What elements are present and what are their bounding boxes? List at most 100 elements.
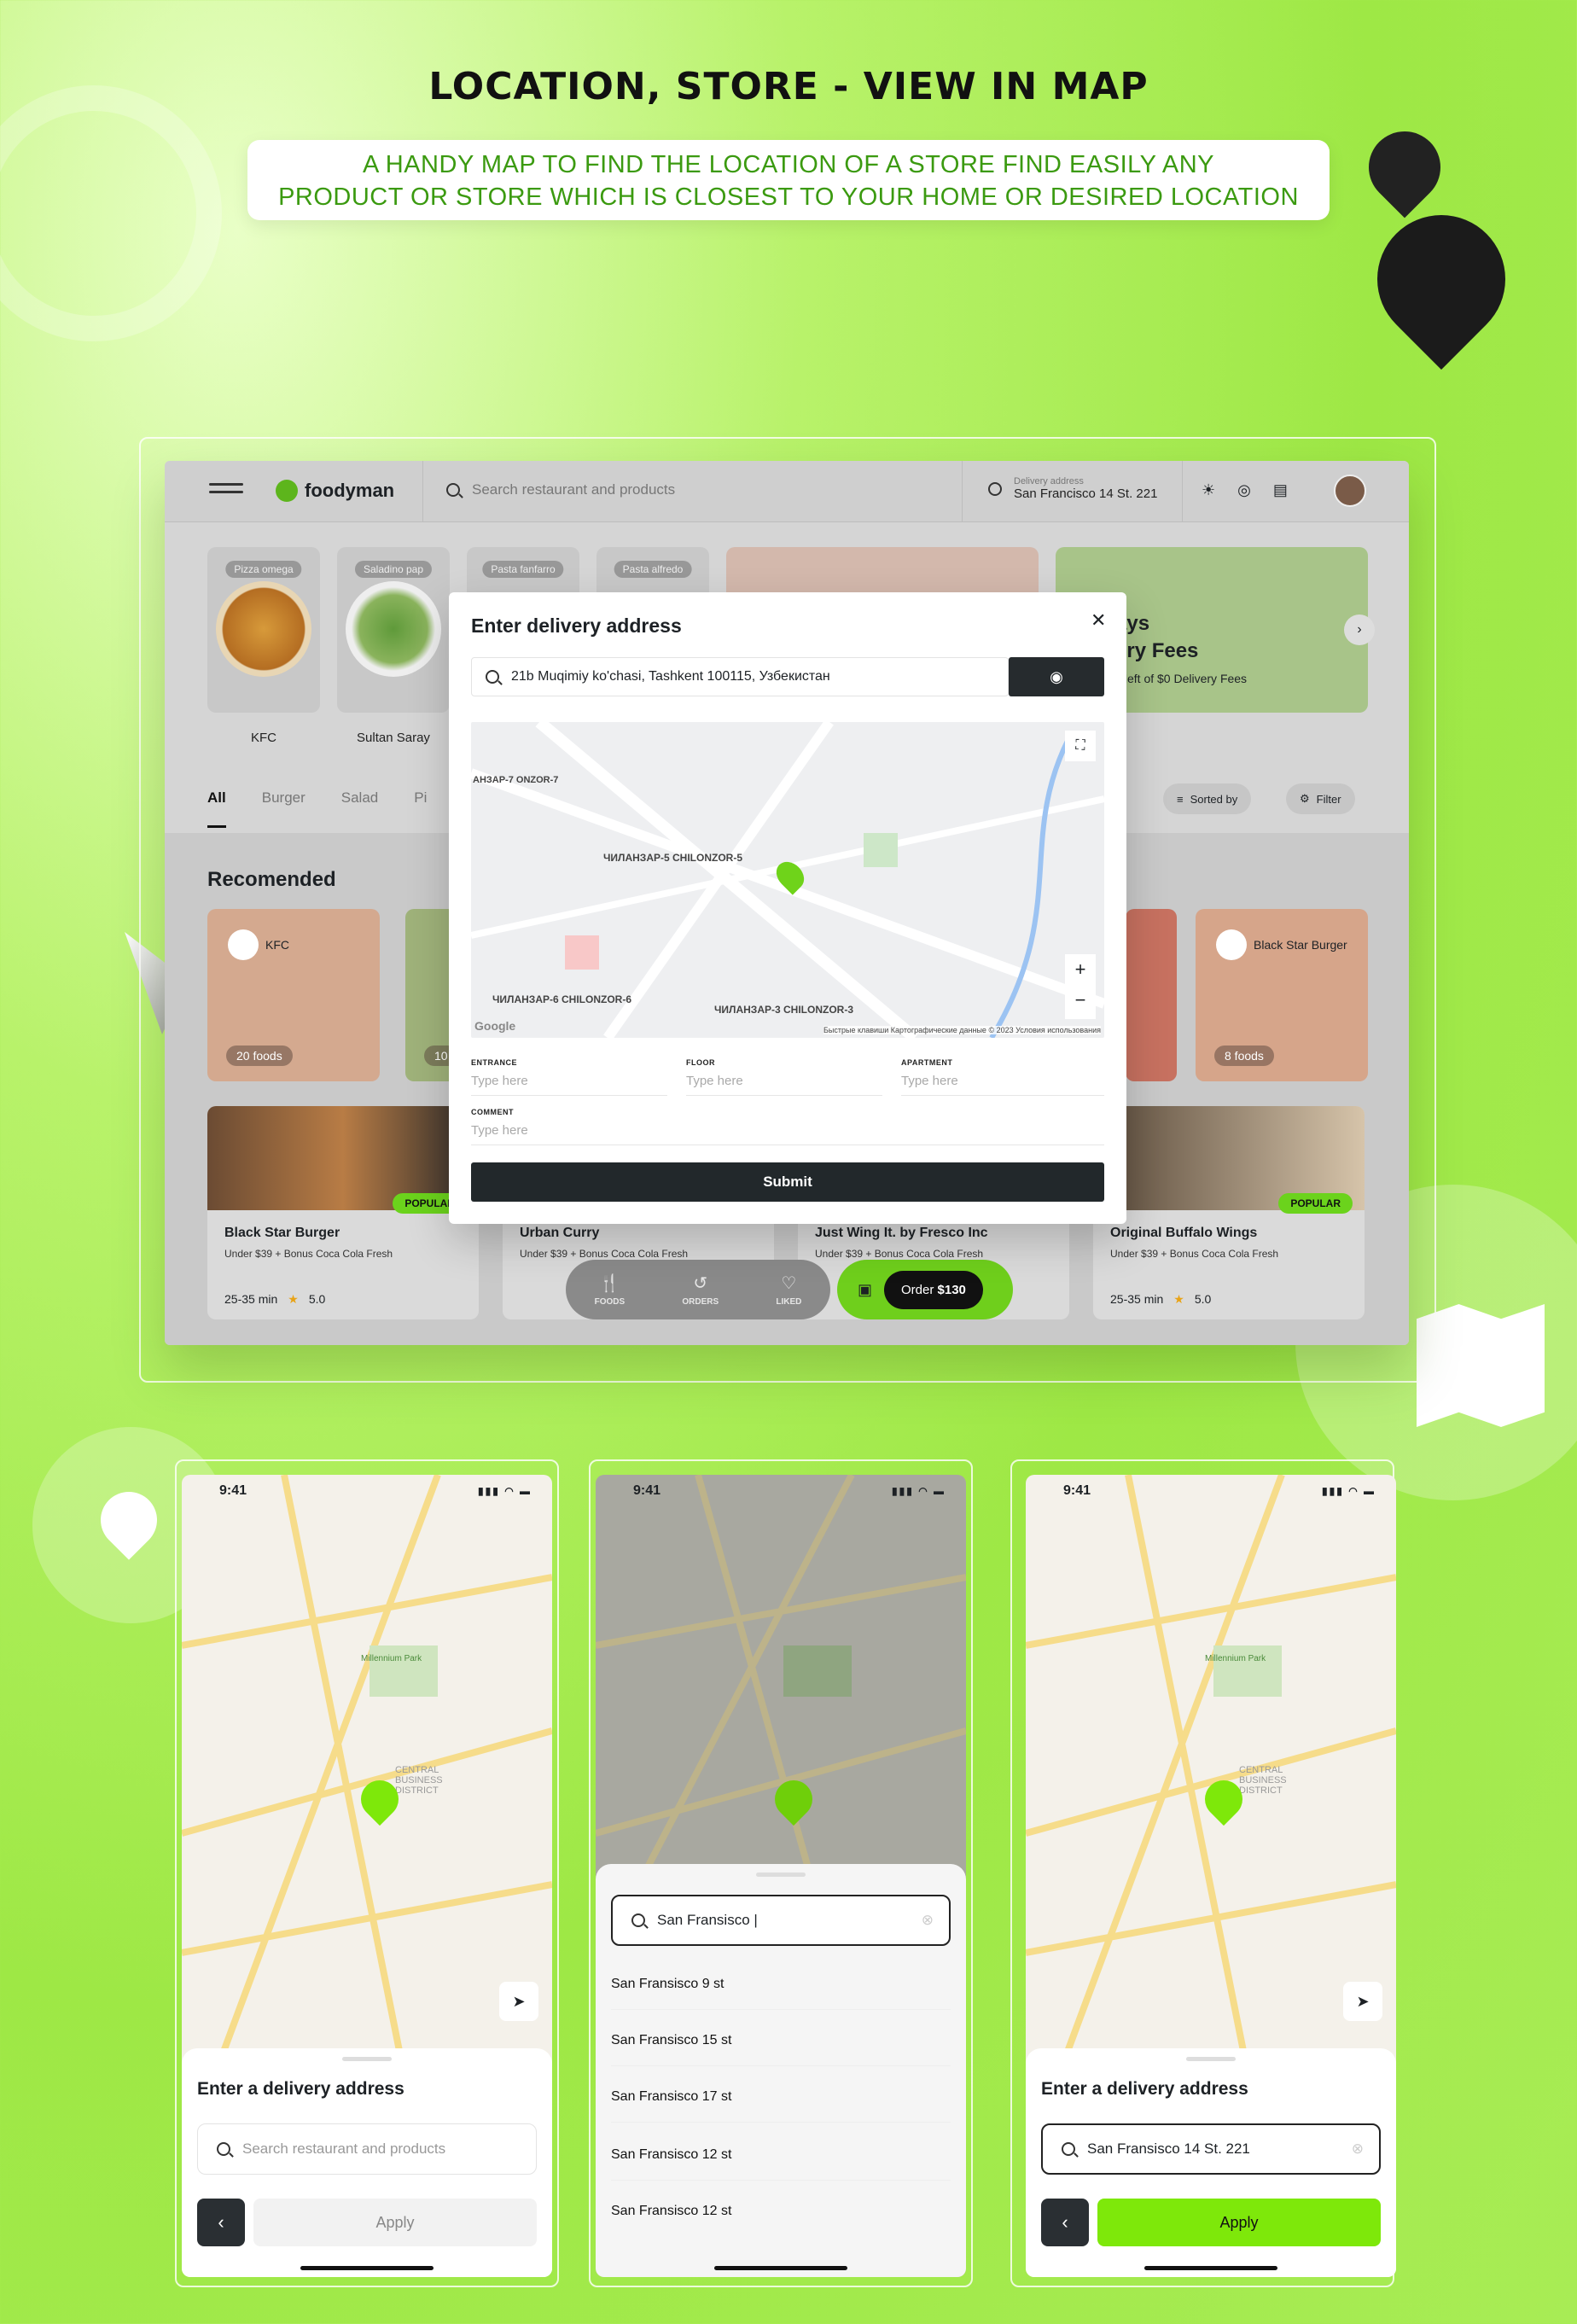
food-image: [346, 581, 441, 677]
cart-icon[interactable]: ▣: [858, 1281, 872, 1299]
category-card[interactable]: Pizza omega: [207, 547, 320, 713]
apartment-field[interactable]: APARTMENT Type here: [901, 1058, 1104, 1096]
nav-foods[interactable]: 🍴 FOODS: [595, 1273, 626, 1307]
suggestion-item[interactable]: San Fransisco 9 st: [611, 1958, 951, 2010]
theme-icon[interactable]: ☀: [1202, 481, 1215, 499]
nav-label: ORDERS: [682, 1297, 719, 1307]
map-label: CENTRAL BUSINESS DISTRICT: [395, 1765, 443, 1796]
map-label: Millennium Park: [361, 1654, 422, 1663]
home-indicator: [1144, 2266, 1277, 2270]
nav-liked[interactable]: ♡ LIKED: [776, 1273, 801, 1307]
category-card[interactable]: Saladino pap: [337, 547, 450, 713]
nav-orders[interactable]: ↺ ORDERS: [682, 1273, 719, 1307]
star-icon: ★: [1173, 1292, 1184, 1306]
floor-field[interactable]: FLOOR Type here: [686, 1058, 882, 1096]
product-card[interactable]: POPULAR Black Star Burger Under $39 + Bonu…: [207, 1106, 479, 1319]
zoom-in-icon[interactable]: +: [1065, 954, 1096, 985]
food-image: [216, 581, 311, 677]
bottom-sheet: San Fransisco | ⊗ San Fransisco 9 st San …: [596, 1864, 966, 2277]
chevron-right-icon[interactable]: ›: [1344, 614, 1375, 645]
product-title: Original Buffalo Wings: [1110, 1226, 1258, 1240]
field-input[interactable]: Type here: [471, 1067, 667, 1096]
delivery-address[interactable]: Delivery address San Francisco 14 St. 221: [988, 476, 1157, 501]
zoom-out-icon[interactable]: −: [1065, 985, 1096, 1016]
field-label: FLOOR: [686, 1058, 715, 1067]
drag-handle[interactable]: [1186, 2057, 1236, 2061]
submit-button[interactable]: Submit: [471, 1162, 1104, 1202]
status-time: 9:41: [1063, 1483, 1091, 1498]
language-icon[interactable]: ◎: [1237, 481, 1251, 499]
delivery-address-modal: Enter delivery address ✕ 21b Muqimiy ko'…: [449, 592, 1126, 1224]
shop-logo: [228, 929, 259, 960]
wallet-icon[interactable]: ▤: [1273, 481, 1288, 499]
recommended-card[interactable]: KFC 20 foods: [207, 909, 380, 1081]
filter-button[interactable]: ⚙ Filter: [1286, 783, 1355, 814]
brand-logo[interactable]: foodyman: [276, 480, 394, 502]
logo-icon: [276, 480, 298, 502]
sort-icon: ≡: [1177, 792, 1184, 806]
map-attribution[interactable]: Быстрые клавиши Картографические данные …: [823, 1026, 1101, 1034]
back-button[interactable]: ‹: [1041, 2199, 1089, 2246]
clear-icon[interactable]: ⊗: [922, 1912, 934, 1929]
comment-field[interactable]: COMMENT Type here: [471, 1108, 1104, 1145]
suggestion-item[interactable]: San Fransisco 17 st: [611, 2071, 951, 2123]
apply-button[interactable]: Apply: [1097, 2199, 1381, 2246]
menu-icon[interactable]: [209, 483, 243, 500]
address-value: 21b Muqimiy ko'chasi, Tashkent 100115, У…: [511, 669, 830, 684]
drag-handle[interactable]: [342, 2057, 392, 2061]
recommended-card[interactable]: [1126, 909, 1177, 1081]
fullscreen-icon[interactable]: ⛶: [1065, 731, 1096, 761]
phone-screen-search: 9:41 ▮▮▮ ◠ ▬ San Fransisco | ⊗ San Fransis…: [596, 1475, 966, 2277]
sort-button[interactable]: ≡ Sorted by: [1163, 783, 1252, 814]
divider: [1182, 461, 1183, 522]
tab-burger[interactable]: Burger: [262, 789, 306, 828]
tab-pizza[interactable]: Pi: [414, 789, 427, 828]
delivery-label: Delivery address: [1014, 476, 1084, 486]
address-input[interactable]: San Fransisco | ⊗: [611, 1895, 951, 1946]
phone-screen-empty: 9:41 ▮▮▮ ◠ ▬ Millennium Park CENTRAL BUSI…: [182, 1475, 552, 2277]
zoom-controls[interactable]: + −: [1065, 954, 1096, 1019]
suggestion-item[interactable]: San Fransisco 12 st: [611, 2129, 951, 2181]
field-input[interactable]: Type here: [471, 1116, 1104, 1145]
navigate-icon[interactable]: ➤: [1343, 1982, 1382, 2021]
search-placeholder: Search restaurant and products: [472, 481, 676, 498]
delivery-time: 25-35 min: [224, 1292, 278, 1306]
map-brand: Google: [474, 1019, 516, 1033]
category-label: KFC: [251, 731, 276, 745]
address-input[interactable]: 21b Muqimiy ko'chasi, Tashkent 100115, У…: [471, 657, 1009, 696]
shop-logo: [1216, 929, 1247, 960]
map[interactable]: ЧИЛАНЗАР-5 CHILONZOR-5 ЧИЛАНЗАР-6 CHILON…: [471, 722, 1104, 1038]
avatar[interactable]: [1334, 475, 1366, 507]
map-roads: [596, 1475, 966, 1902]
field-label: COMMENT: [471, 1108, 514, 1116]
tab-salad[interactable]: Salad: [341, 789, 378, 828]
order-button[interactable]: Order $130: [884, 1270, 983, 1309]
search-input[interactable]: Search restaurant and products: [446, 481, 675, 498]
brand-name: foodyman: [305, 480, 395, 501]
map-label: CENTRAL BUSINESS DISTRICT: [1239, 1765, 1287, 1796]
drag-handle[interactable]: [756, 1873, 806, 1877]
entrance-field[interactable]: ENTRANCE Type here: [471, 1058, 667, 1096]
back-button[interactable]: ‹: [197, 2199, 245, 2246]
food-count: 8 foods: [1214, 1046, 1274, 1066]
navigate-icon[interactable]: ➤: [499, 1982, 538, 2021]
divider: [422, 461, 423, 522]
product-title: Just Wing It. by Fresco Inc: [815, 1226, 988, 1240]
product-subtitle: Under $39 + Bonus Coca Cola Fresh: [224, 1248, 393, 1260]
close-icon[interactable]: ✕: [1091, 609, 1106, 632]
product-card[interactable]: POPULAR Original Buffalo Wings Under $39 +…: [1093, 1106, 1365, 1319]
status-icons: ▮▮▮ ◠ ▬: [1322, 1485, 1376, 1497]
clear-icon[interactable]: ⊗: [1352, 2141, 1364, 2158]
tab-all[interactable]: All: [207, 789, 226, 828]
address-input[interactable]: San Fransisco 14 St. 221 ⊗: [1041, 2123, 1381, 2175]
food-tabs: All Burger Salad Pi: [207, 789, 427, 828]
locate-button[interactable]: ◉: [1009, 657, 1104, 696]
apply-button[interactable]: Apply: [253, 2199, 537, 2246]
status-icons: ▮▮▮ ◠ ▬: [892, 1485, 946, 1497]
suggestion-item[interactable]: San Fransisco 15 st: [611, 2014, 951, 2066]
field-input[interactable]: Type here: [686, 1067, 882, 1096]
suggestion-item[interactable]: San Fransisco 12 st: [611, 2185, 951, 2236]
field-input[interactable]: Type here: [901, 1067, 1104, 1096]
address-input[interactable]: Search restaurant and products: [197, 2123, 537, 2175]
recommended-card[interactable]: Black Star Burger 8 foods: [1196, 909, 1368, 1081]
